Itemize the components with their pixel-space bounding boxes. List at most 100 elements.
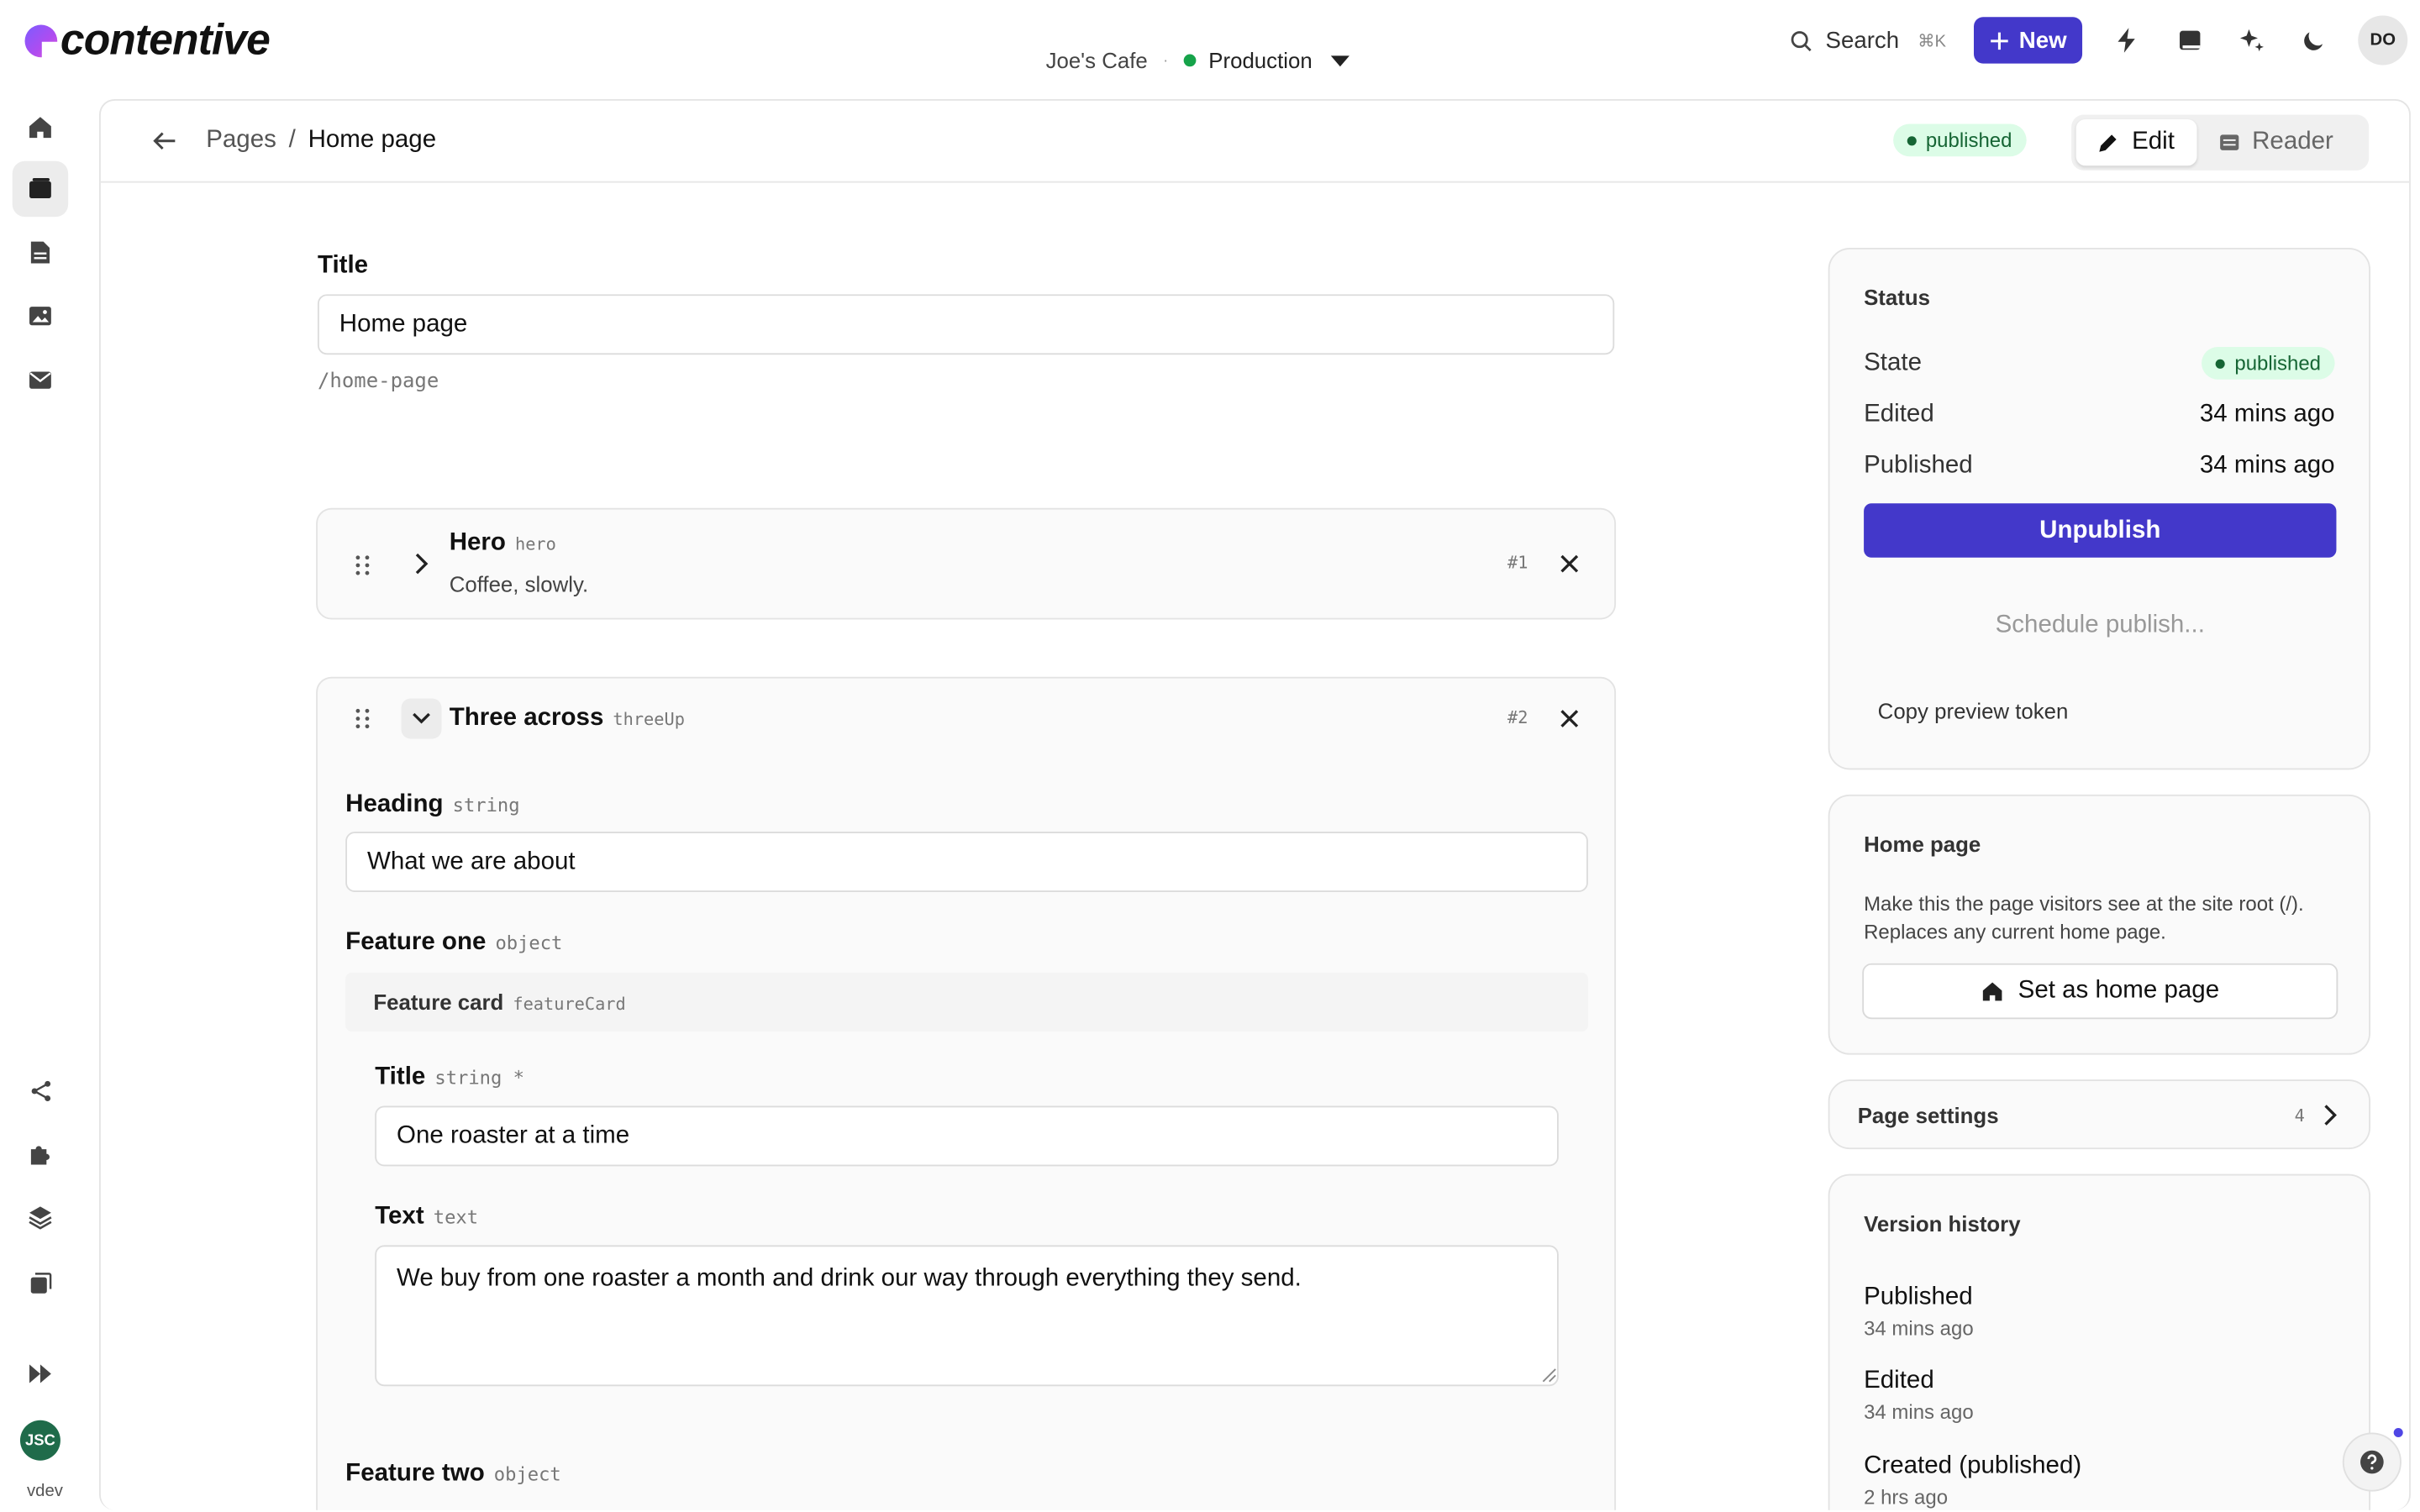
feature-text-type: text: [433, 1206, 479, 1229]
rail-share[interactable]: [13, 1063, 68, 1118]
status-badge: published: [1893, 123, 2027, 157]
rail-collapse[interactable]: [13, 1346, 68, 1401]
reader-mode-button[interactable]: Reader: [2196, 119, 2355, 165]
chevron-right-icon[interactable]: [412, 551, 430, 576]
block-hero-header[interactable]: Hero hero: [450, 530, 556, 558]
feature-title-type: string *: [434, 1067, 524, 1089]
drag-handle-icon[interactable]: [355, 708, 370, 730]
unpublish-button[interactable]: Unpublish: [1864, 503, 2337, 558]
resize-handle-icon[interactable]: [1542, 1368, 1557, 1383]
published-row: Published 34 mins ago: [1864, 452, 2335, 480]
set-home-page-button[interactable]: Set as home page: [1862, 963, 2338, 1020]
env-separator: ·: [1163, 51, 1169, 70]
remove-block-icon[interactable]: [1559, 708, 1581, 730]
page-settings-card[interactable]: Page settings 4: [1828, 1079, 2371, 1150]
moon-icon[interactable]: [2296, 24, 2331, 58]
breadcrumb-pages-link[interactable]: Pages: [206, 127, 276, 155]
block-three-across-header[interactable]: Three across threeUp: [450, 705, 685, 732]
state-dot: [2216, 358, 2226, 368]
heading-field-label: Heading: [345, 791, 444, 818]
top-tools: Search ⌘K New DO: [1790, 15, 2408, 66]
share-icon: [30, 1079, 50, 1101]
rail-layers[interactable]: [13, 1189, 68, 1245]
state-label: State: [1864, 349, 1922, 376]
environment-selector[interactable]: Production: [1183, 48, 1349, 73]
feature-title-input[interactable]: One roaster at a time: [375, 1105, 1559, 1167]
feature-text-textarea[interactable]: We buy from one roaster a month and drin…: [375, 1245, 1559, 1387]
reader-icon: [2219, 134, 2238, 150]
block-hero-type: hero: [514, 534, 556, 555]
rail-copies[interactable]: [13, 1254, 68, 1310]
feature-card-label: Feature card: [373, 990, 504, 1015]
environment-status-dot: [1183, 54, 1197, 67]
top-bar: contentive Joe's Cafe · Production Searc…: [0, 0, 2420, 99]
history-item[interactable]: Edited 34 mins ago: [1864, 1368, 1974, 1423]
history-item-time: 34 mins ago: [1864, 1316, 1974, 1340]
main-panel: Pages / Home page published Edit Reader: [99, 99, 2411, 1510]
rail-documents[interactable]: [13, 224, 68, 280]
app-logo[interactable]: contentive: [24, 15, 271, 65]
chevron-right-icon: [2324, 1105, 2337, 1126]
workspace-avatar[interactable]: JSC: [19, 1420, 60, 1461]
home-icon: [29, 117, 51, 139]
lightning-icon[interactable]: [2110, 24, 2144, 58]
published-label: Published: [1864, 452, 1973, 479]
mail-icon: [29, 370, 51, 388]
remove-block-icon[interactable]: [1559, 553, 1581, 575]
schedule-publish-button[interactable]: Schedule publish...: [1864, 612, 2336, 639]
edited-value: 34 mins ago: [2199, 401, 2335, 428]
back-button[interactable]: [150, 127, 178, 162]
rail-media[interactable]: [13, 288, 68, 344]
puzzle-icon: [30, 1146, 50, 1165]
rail-pages[interactable]: [12, 160, 69, 218]
pages-icon: [29, 178, 51, 199]
search-shortcut: ⌘K: [1918, 31, 1947, 50]
left-rail: JSC vdev: [0, 99, 81, 1510]
edit-mode-button[interactable]: Edit: [2075, 118, 2196, 166]
sparkles-icon[interactable]: [2234, 24, 2269, 58]
help-button[interactable]: [2342, 1432, 2402, 1492]
feature-one-label-row: Feature one object: [345, 929, 562, 957]
edited-label: Edited: [1864, 401, 1934, 428]
set-home-page-label: Set as home page: [2018, 977, 2220, 1004]
new-button-label: New: [2018, 27, 2067, 54]
history-item-label: Edited: [1864, 1368, 1934, 1394]
site-name: Joe's Cafe: [1045, 48, 1148, 73]
heading-input[interactable]: What we are about: [345, 832, 1588, 893]
edited-row: Edited 34 mins ago: [1864, 402, 2335, 429]
feature-two-type: object: [493, 1463, 561, 1486]
user-avatar[interactable]: DO: [2358, 15, 2408, 66]
rail-mail[interactable]: [13, 352, 68, 407]
feature-text-label: Text: [375, 1203, 424, 1230]
page-header: Pages / Home page published Edit Reader: [100, 101, 2410, 183]
environment-switcher[interactable]: Joe's Cafe · Production: [1046, 48, 1349, 73]
block-three-across: Three across threeUp #2 Heading string W…: [316, 676, 1617, 1510]
history-item-time: 34 mins ago: [1864, 1399, 1974, 1424]
state-value: published: [2234, 351, 2322, 375]
book-icon[interactable]: [2172, 24, 2207, 58]
status-badge-label: published: [1925, 129, 2012, 152]
breadcrumb-separator: /: [288, 127, 296, 154]
document-icon: [30, 241, 50, 264]
feature-one-label: Feature one: [345, 929, 487, 956]
drag-handle-icon[interactable]: [355, 554, 370, 576]
history-item-time: 2 hrs ago: [1864, 1485, 1949, 1509]
rail-home[interactable]: [13, 99, 68, 155]
collapse-block-button[interactable]: [401, 698, 442, 739]
block-hero-title: Hero: [449, 529, 506, 556]
block-three-across-title: Three across: [449, 704, 604, 732]
breadcrumb-current: Home page: [308, 127, 437, 154]
block-hero-number: #1: [1507, 553, 1528, 574]
new-button[interactable]: New: [1974, 17, 2083, 64]
notification-dot: [2390, 1425, 2407, 1441]
history-item[interactable]: Created (published) 2 hrs ago: [1864, 1452, 2081, 1508]
block-hero: Hero hero Coffee, slowly. #1: [316, 507, 1617, 620]
state-badge: published: [2202, 347, 2335, 380]
copy-preview-token-link[interactable]: Copy preview token: [1878, 699, 2069, 724]
search-button[interactable]: Search ⌘K: [1790, 27, 1947, 54]
question-icon: [2360, 1450, 2384, 1474]
slug-text: /home-page: [317, 370, 439, 394]
rail-plugins[interactable]: [13, 1126, 68, 1181]
title-input[interactable]: Home page: [317, 294, 1615, 355]
history-item[interactable]: Published 34 mins ago: [1864, 1284, 1974, 1340]
